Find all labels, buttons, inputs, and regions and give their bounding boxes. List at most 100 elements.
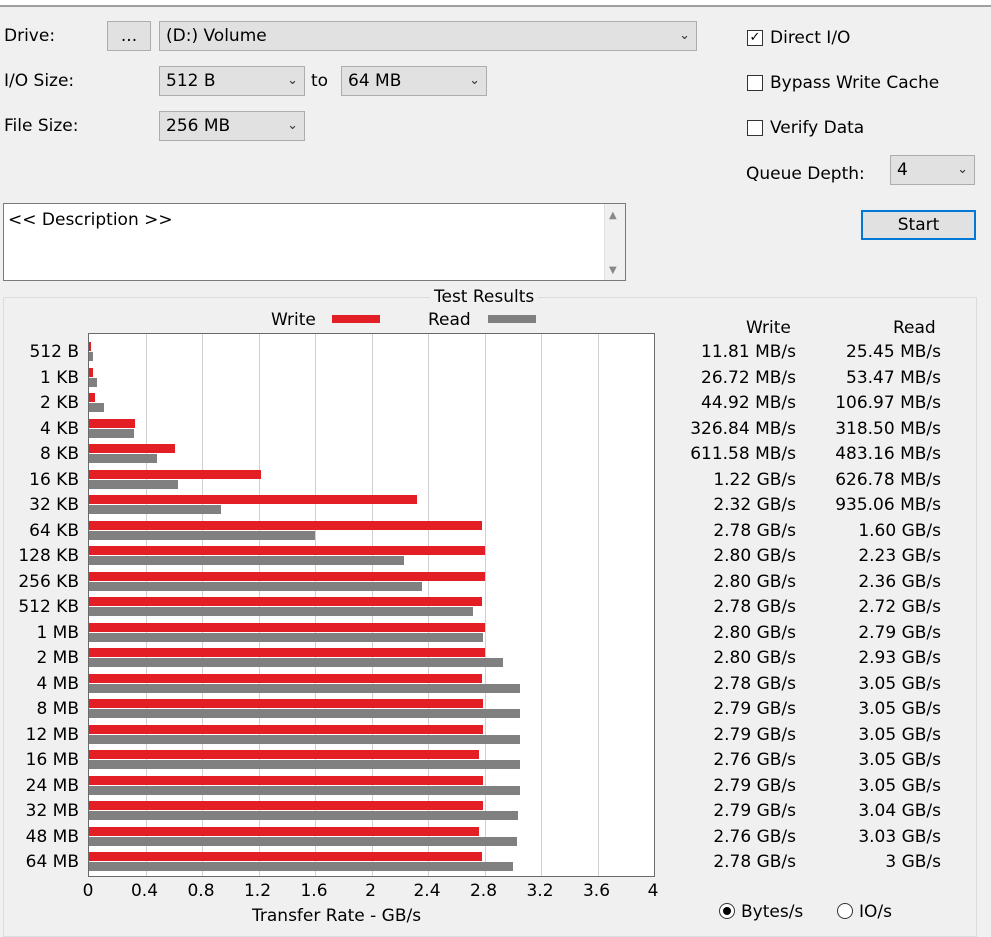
chevron-down-icon: ⌄ [957,162,968,177]
io-size-min-select[interactable]: 512 B ⌄ [159,66,305,96]
x-tick-label: 0.4 [130,881,159,901]
write-bar [89,673,482,683]
drive-select-value: (D:) Volume [166,26,267,46]
read-bar [89,658,503,667]
category-label: 1 KB [39,367,79,388]
write-value: 11.81 MB/s [701,342,796,362]
read-value: 3.04 GB/s [858,801,941,821]
chart-gridline [541,334,542,876]
x-tick-label: 1.2 [243,881,272,901]
category-label: 512 KB [18,597,79,617]
write-bar [89,418,136,428]
write-value: 2.79 GB/s [713,801,796,821]
category-label: 64 KB [29,520,79,541]
io-radio-label[interactable]: IO/s [859,902,892,922]
scroll-up-icon[interactable]: ▲ [609,210,617,221]
checkmark-icon: ✓ [749,30,761,45]
legend-write-label: Write [271,310,316,330]
read-bar [89,581,423,591]
x-tick-label: 0 [82,881,94,901]
x-tick-label: 3.6 [582,881,611,901]
read-value: 2.72 GB/s [858,597,941,617]
write-bar [89,699,484,708]
read-column-header: Read [893,318,936,338]
read-bar [89,811,519,820]
read-value: 106.97 MB/s [835,393,941,413]
write-bar [89,367,93,377]
io-size-label: I/O Size: [4,71,75,91]
scroll-down-icon[interactable]: ▼ [609,265,617,276]
write-value: 2.78 GB/s [713,597,796,617]
file-size-select[interactable]: 256 MB ⌄ [159,111,305,141]
read-bar [89,428,134,438]
description-scrollbar[interactable]: ▲ ▼ [604,204,625,280]
category-label: 4 KB [39,418,79,439]
write-value: 2.76 GB/s [713,826,796,847]
chart-plot-area [88,333,655,877]
verify-data-label[interactable]: Verify Data [770,118,864,138]
drive-select[interactable]: (D:) Volume ⌄ [159,21,697,51]
x-tick-label: 2 [365,881,376,901]
drive-label: Drive: [4,26,56,46]
direct-io-label[interactable]: Direct I/O [770,28,850,48]
category-label: 16 KB [29,469,79,490]
read-value: 3.05 GB/s [858,673,941,694]
read-value: 2.93 GB/s [858,648,941,668]
write-bar [89,775,484,785]
x-tick-label: 0.8 [187,881,215,901]
queue-depth-label: Queue Depth: [746,164,865,184]
read-bar [89,836,517,846]
io-radio[interactable] [837,903,853,919]
window-top-border [0,0,991,7]
write-bar [89,520,482,530]
read-bar [89,505,222,514]
x-axis-label: Transfer Rate - GB/s [252,906,422,926]
chart-gridline [597,334,599,876]
category-label: 2 MB [36,648,79,668]
read-bar [89,530,315,540]
chevron-down-icon: ⌄ [287,73,298,88]
write-value: 2.32 GB/s [713,495,796,515]
browse-button[interactable]: ... [107,21,151,51]
write-bar [89,571,485,581]
read-value: 3.05 GB/s [858,750,941,770]
bypass-write-cache-label[interactable]: Bypass Write Cache [770,73,939,93]
read-value: 53.47 MB/s [846,367,941,388]
read-bar [89,377,97,387]
bypass-write-cache-checkbox[interactable] [747,75,763,91]
write-value: 2.78 GB/s [713,852,796,872]
category-label: 8 KB [39,444,79,464]
x-tick-label: 4 [647,881,659,901]
x-tick-label: 2.8 [469,881,498,901]
verify-data-checkbox[interactable] [747,120,763,136]
write-bar [89,546,485,555]
bytes-radio-label[interactable]: Bytes/s [741,902,803,922]
legend-read-swatch [488,315,536,323]
direct-io-checkbox[interactable]: ✓ [747,30,763,46]
write-value: 2.78 GB/s [713,520,796,541]
read-bar [89,607,474,616]
category-label: 512 B [29,342,79,362]
write-bar [89,393,96,402]
description-textarea[interactable]: << Description >> ▲ ▼ [3,203,626,281]
queue-depth-select[interactable]: 4 ⌄ [890,155,975,185]
x-tick-label: 1.6 [300,881,328,901]
chevron-down-icon: ⌄ [287,118,298,133]
write-value: 2.79 GB/s [713,699,796,719]
read-value: 3.05 GB/s [858,775,941,796]
io-size-max-select[interactable]: 64 MB ⌄ [341,66,487,96]
write-bar [89,342,91,351]
start-button[interactable]: Start [861,210,976,240]
read-value: 2.36 GB/s [858,571,941,592]
write-value: 2.80 GB/s [713,648,796,668]
bytes-radio[interactable] [719,903,735,919]
category-label: 12 MB [25,724,79,745]
write-value: 2.76 GB/s [713,750,796,770]
read-bar [89,352,93,361]
write-bar [89,495,417,504]
read-value: 3 GB/s [885,852,941,872]
chevron-down-icon: ⌄ [679,28,690,43]
description-text: << Description >> [8,210,173,230]
category-label: 64 MB [25,852,79,872]
read-value: 318.50 MB/s [835,418,941,439]
